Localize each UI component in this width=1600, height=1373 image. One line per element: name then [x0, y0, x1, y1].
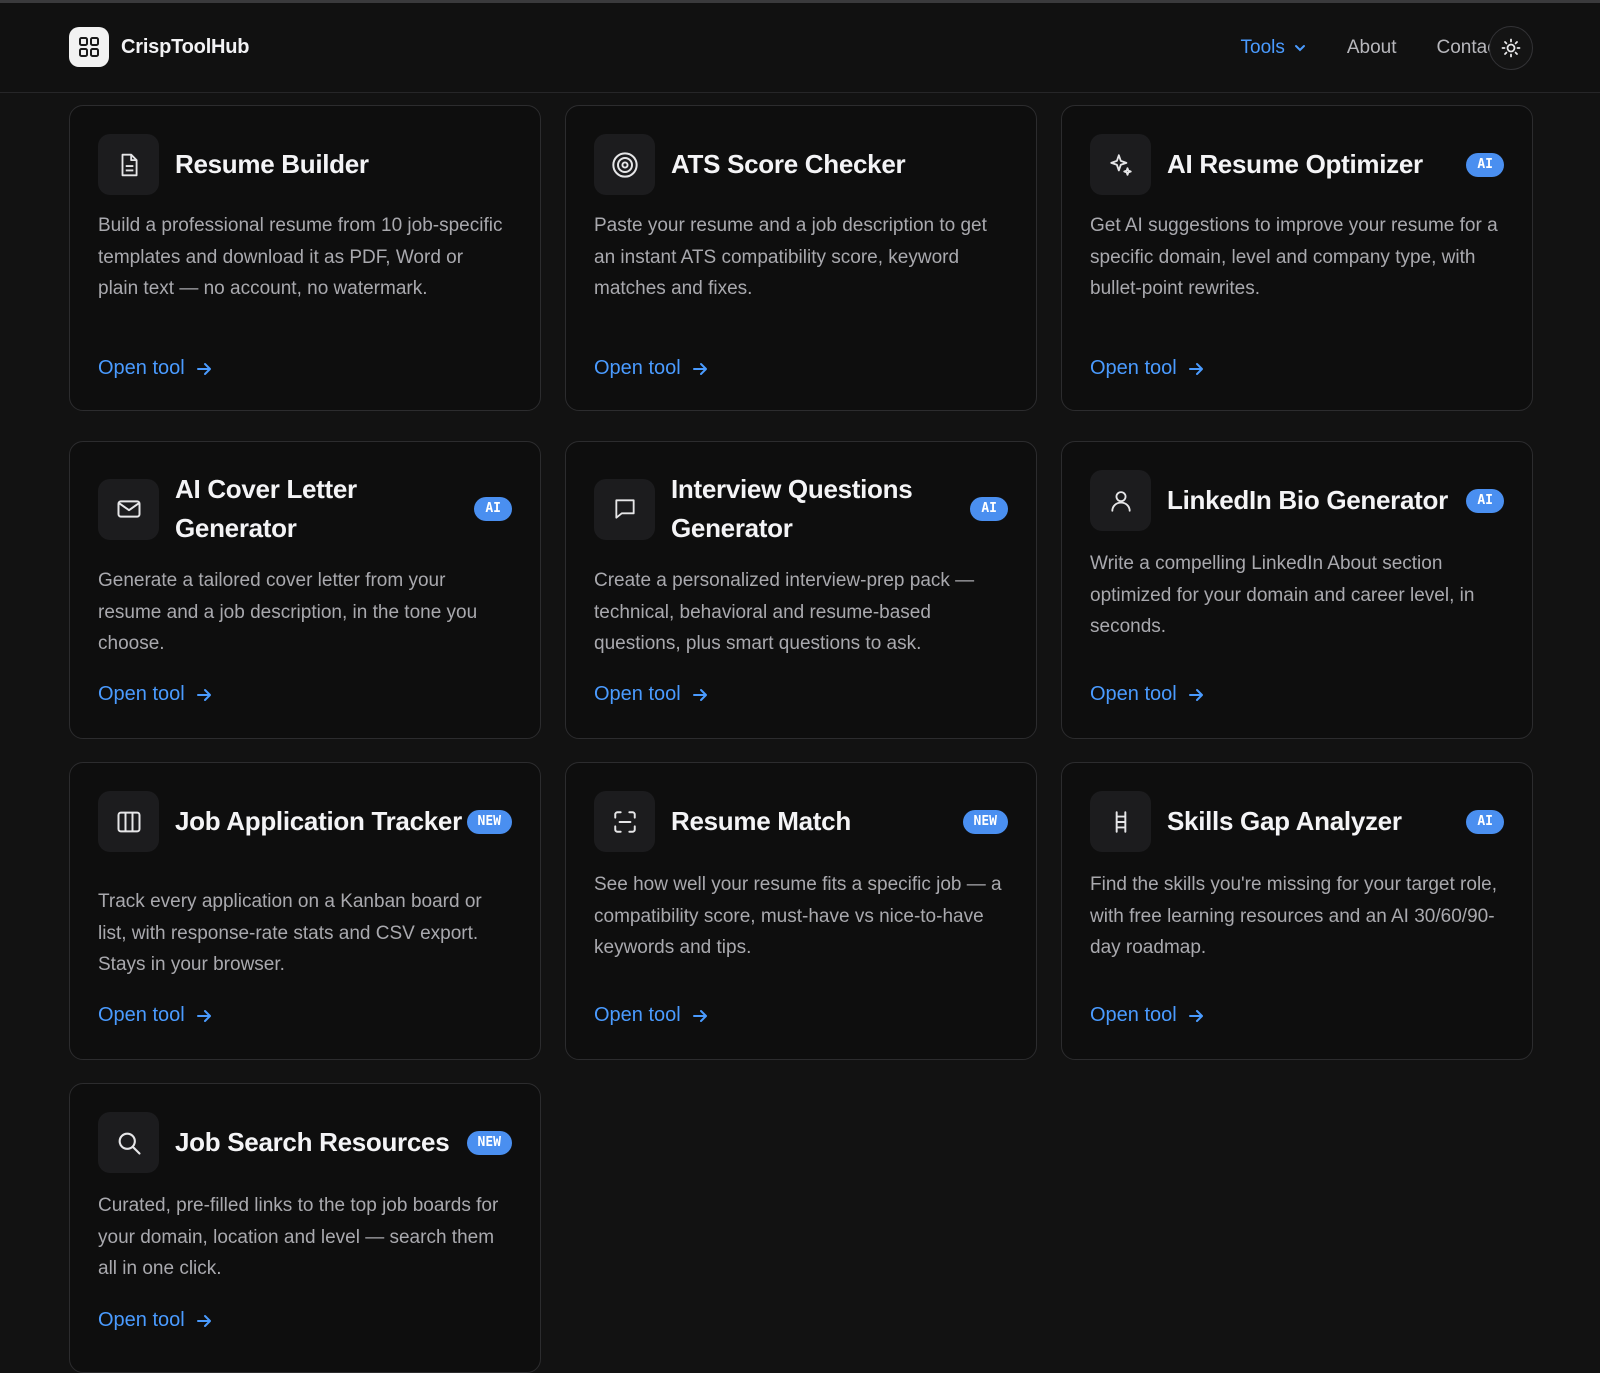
- open-tool-link[interactable]: Open tool: [594, 1004, 709, 1027]
- arrow-right-icon: [692, 362, 707, 375]
- card-title: Interview Questions Generator: [671, 474, 913, 543]
- ai-badge: AI: [1466, 488, 1504, 513]
- arrow-right-icon: [1188, 1009, 1203, 1022]
- open-tool-link[interactable]: Open tool: [594, 357, 709, 380]
- tool-card-resume-builder[interactable]: Resume Builder Build a professional resu…: [69, 105, 541, 411]
- arrow-right-icon: [196, 1314, 211, 1327]
- card-title: Resume Builder: [175, 149, 369, 179]
- open-tool-label: Open tool: [1090, 1004, 1177, 1026]
- columns-icon: [98, 791, 159, 852]
- open-tool-link[interactable]: Open tool: [1090, 1004, 1205, 1027]
- tool-card-resume-match[interactable]: Resume Match NEW See how well your resum…: [565, 762, 1037, 1060]
- card-description: Generate a tailored cover letter from yo…: [98, 570, 478, 654]
- brand-name: CrispToolHub: [121, 35, 250, 58]
- open-tool-label: Open tool: [594, 357, 681, 379]
- open-tool-label: Open tool: [1090, 357, 1177, 379]
- main-nav: Tools About Contact: [1241, 27, 1503, 69]
- open-tool-label: Open tool: [1090, 683, 1177, 705]
- card-description: Paste your resume and a job description …: [594, 215, 987, 299]
- card-title: Job Search Resources: [175, 1127, 450, 1157]
- nav-tools-label: Tools: [1240, 37, 1285, 58]
- chevron-down-icon: [1294, 45, 1305, 52]
- card-title: AI Cover Letter Generator: [175, 474, 357, 543]
- card-description: Track every application on a Kanban boar…: [98, 891, 482, 975]
- new-badge: NEW: [466, 1130, 512, 1155]
- card-description: Write a compelling LinkedIn About sectio…: [1090, 553, 1475, 637]
- arrow-right-icon: [1188, 362, 1203, 375]
- nav-about[interactable]: About: [1347, 37, 1397, 59]
- new-badge: NEW: [962, 809, 1008, 834]
- theme-toggle-button[interactable]: [1489, 26, 1533, 70]
- open-tool-link[interactable]: Open tool: [1090, 357, 1205, 380]
- card-title: AI Resume Optimizer: [1167, 149, 1423, 179]
- tool-card-job-application-tracker[interactable]: Job Application Tracker NEW Track every …: [69, 762, 541, 1060]
- open-tool-link[interactable]: Open tool: [98, 683, 213, 706]
- target-icon: [594, 134, 655, 195]
- card-title: Job Application Tracker: [175, 806, 462, 836]
- arrow-right-icon: [196, 688, 211, 701]
- open-tool-link[interactable]: Open tool: [594, 683, 709, 706]
- tool-card-ats-score-checker[interactable]: ATS Score Checker Paste your resume and …: [565, 105, 1037, 411]
- chat-icon: [594, 478, 655, 540]
- card-title: Skills Gap Analyzer: [1167, 806, 1402, 836]
- arrow-right-icon: [196, 1009, 211, 1022]
- grid-logo-icon: [69, 27, 109, 67]
- card-title: ATS Score Checker: [671, 149, 906, 179]
- arrow-right-icon: [196, 362, 211, 375]
- brand[interactable]: CrispToolHub: [69, 27, 250, 67]
- tool-card-interview-questions-generator[interactable]: Interview Questions Generator AI Create …: [565, 441, 1037, 739]
- open-tool-label: Open tool: [594, 1004, 681, 1026]
- search-icon: [98, 1112, 159, 1173]
- site-header: CrispToolHub Tools About Contact: [0, 3, 1600, 93]
- open-tool-label: Open tool: [98, 683, 185, 705]
- card-description: See how well your resume fits a specific…: [594, 874, 1002, 958]
- card-description: Build a professional resume from 10 job-…: [98, 215, 503, 299]
- tool-card-linkedin-bio-generator[interactable]: LinkedIn Bio Generator AI Write a compel…: [1061, 441, 1533, 739]
- arrow-right-icon: [1188, 688, 1203, 701]
- card-description: Curated, pre-filled links to the top job…: [98, 1195, 499, 1279]
- card-title: LinkedIn Bio Generator: [1167, 485, 1448, 515]
- scan-icon: [594, 791, 655, 852]
- open-tool-label: Open tool: [98, 1004, 185, 1026]
- open-tool-link[interactable]: Open tool: [1090, 683, 1205, 706]
- open-tool-label: Open tool: [98, 357, 185, 379]
- arrow-right-icon: [692, 1009, 707, 1022]
- tool-card-ai-resume-optimizer[interactable]: AI Resume Optimizer AI Get AI suggestion…: [1061, 105, 1533, 411]
- sun-icon: [1501, 38, 1521, 58]
- open-tool-link[interactable]: Open tool: [98, 1004, 213, 1027]
- ladder-icon: [1090, 791, 1151, 852]
- card-description: Find the skills you're missing for your …: [1090, 874, 1498, 958]
- user-icon: [1090, 470, 1151, 531]
- ai-badge: AI: [970, 497, 1008, 521]
- open-tool-label: Open tool: [594, 683, 681, 705]
- document-icon: [98, 134, 159, 195]
- tool-card-skills-gap-analyzer[interactable]: Skills Gap Analyzer AI Find the skills y…: [1061, 762, 1533, 1060]
- open-tool-link[interactable]: Open tool: [98, 1309, 213, 1332]
- nav-tools[interactable]: Tools: [1241, 37, 1307, 59]
- ai-badge: AI: [1466, 152, 1504, 177]
- arrow-right-icon: [692, 688, 707, 701]
- card-description: Create a personalized interview-prep pac…: [594, 570, 975, 654]
- ai-badge: AI: [1466, 809, 1504, 834]
- mail-icon: [98, 478, 159, 540]
- open-tool-label: Open tool: [98, 1309, 185, 1331]
- tool-card-ai-cover-letter-generator[interactable]: AI Cover Letter Generator AI Generate a …: [69, 441, 541, 739]
- new-badge: NEW: [466, 809, 512, 834]
- open-tool-link[interactable]: Open tool: [98, 357, 213, 380]
- tool-card-job-search-resources[interactable]: Job Search Resources NEW Curated, pre-fi…: [69, 1083, 541, 1373]
- ai-badge: AI: [474, 497, 512, 521]
- card-title: Resume Match: [671, 806, 851, 836]
- card-description: Get AI suggestions to improve your resum…: [1090, 215, 1498, 299]
- sparkle-icon: [1090, 134, 1151, 195]
